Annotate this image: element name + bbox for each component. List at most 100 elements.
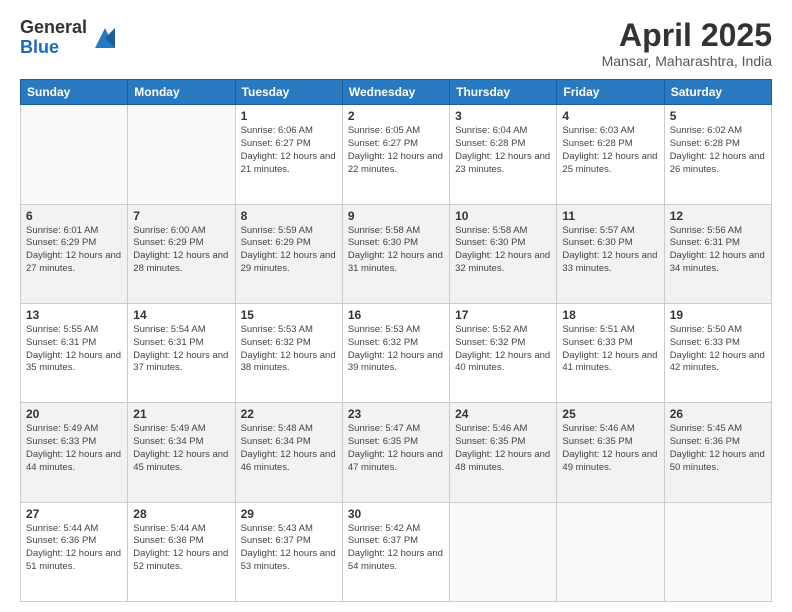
- calendar-cell: 20 Sunrise: 5:49 AMSunset: 6:33 PMDayligh…: [21, 403, 128, 502]
- day-info: Sunrise: 5:48 AMSunset: 6:34 PMDaylight:…: [241, 423, 337, 474]
- day-info: Sunrise: 6:02 AMSunset: 6:28 PMDaylight:…: [670, 125, 766, 176]
- day-info: Sunrise: 5:49 AMSunset: 6:33 PMDaylight:…: [26, 423, 122, 474]
- day-number: 29: [241, 507, 337, 521]
- weekday-header-wednesday: Wednesday: [342, 80, 449, 105]
- calendar-cell: [21, 105, 128, 204]
- calendar-cell: 5 Sunrise: 6:02 AMSunset: 6:28 PMDaylight…: [664, 105, 771, 204]
- calendar-cell: 22 Sunrise: 5:48 AMSunset: 6:34 PMDayligh…: [235, 403, 342, 502]
- day-info: Sunrise: 5:46 AMSunset: 6:35 PMDaylight:…: [455, 423, 551, 474]
- day-number: 24: [455, 407, 551, 421]
- page: General Blue April 2025 Mansar, Maharash…: [0, 0, 792, 612]
- day-number: 1: [241, 109, 337, 123]
- month-title: April 2025: [602, 18, 772, 53]
- day-number: 22: [241, 407, 337, 421]
- calendar-cell: 17 Sunrise: 5:52 AMSunset: 6:32 PMDayligh…: [450, 303, 557, 402]
- day-number: 27: [26, 507, 122, 521]
- day-number: 30: [348, 507, 444, 521]
- day-info: Sunrise: 5:44 AMSunset: 6:36 PMDaylight:…: [26, 523, 122, 574]
- calendar-cell: 4 Sunrise: 6:03 AMSunset: 6:28 PMDaylight…: [557, 105, 664, 204]
- calendar-cell: 15Sunrise: 5:53 AMSunset: 6:32 PMDayligh…: [235, 303, 342, 402]
- day-info: Sunrise: 5:58 AMSunset: 6:30 PMDaylight:…: [348, 225, 444, 276]
- weekday-header-tuesday: Tuesday: [235, 80, 342, 105]
- calendar-cell: 11 Sunrise: 5:57 AMSunset: 6:30 PMDayligh…: [557, 204, 664, 303]
- weekday-header-saturday: Saturday: [664, 80, 771, 105]
- day-info: Sunrise: 5:42 AMSunset: 6:37 PMDaylight:…: [348, 523, 444, 574]
- day-info: Sunrise: 6:01 AMSunset: 6:29 PMDaylight:…: [26, 225, 122, 276]
- day-number: 14: [133, 308, 229, 322]
- day-info: Sunrise: 5:57 AMSunset: 6:30 PMDaylight:…: [562, 225, 658, 276]
- calendar-cell: [128, 105, 235, 204]
- day-info: Sunrise: 5:59 AMSunset: 6:29 PMDaylight:…: [241, 225, 337, 276]
- logo-icon: [91, 24, 119, 52]
- logo-text: General Blue: [20, 18, 87, 58]
- weekday-header-friday: Friday: [557, 80, 664, 105]
- calendar-cell: 1 Sunrise: 6:06 AMSunset: 6:27 PMDaylight…: [235, 105, 342, 204]
- calendar-cell: 16Sunrise: 5:53 AMSunset: 6:32 PMDayligh…: [342, 303, 449, 402]
- calendar-cell: 25Sunrise: 5:46 AMSunset: 6:35 PMDayligh…: [557, 403, 664, 502]
- weekday-header-sunday: Sunday: [21, 80, 128, 105]
- day-info: Sunrise: 6:03 AMSunset: 6:28 PMDaylight:…: [562, 125, 658, 176]
- calendar-cell: [664, 502, 771, 601]
- day-number: 8: [241, 209, 337, 223]
- day-number: 16: [348, 308, 444, 322]
- day-number: 6: [26, 209, 122, 223]
- day-number: 10: [455, 209, 551, 223]
- calendar-cell: 30 Sunrise: 5:42 AMSunset: 6:37 PMDayligh…: [342, 502, 449, 601]
- day-number: 23: [348, 407, 444, 421]
- weekday-header-monday: Monday: [128, 80, 235, 105]
- calendar-cell: 9 Sunrise: 5:58 AMSunset: 6:30 PMDaylight…: [342, 204, 449, 303]
- day-number: 13: [26, 308, 122, 322]
- calendar-cell: [557, 502, 664, 601]
- day-number: 2: [348, 109, 444, 123]
- calendar-cell: 24 Sunrise: 5:46 AMSunset: 6:35 PMDayligh…: [450, 403, 557, 502]
- day-info: Sunrise: 5:47 AMSunset: 6:35 PMDaylight:…: [348, 423, 444, 474]
- calendar-cell: 27 Sunrise: 5:44 AMSunset: 6:36 PMDayligh…: [21, 502, 128, 601]
- calendar-cell: 2Sunrise: 6:05 AMSunset: 6:27 PMDaylight…: [342, 105, 449, 204]
- calendar-cell: 10 Sunrise: 5:58 AMSunset: 6:30 PMDayligh…: [450, 204, 557, 303]
- day-number: 9: [348, 209, 444, 223]
- weekday-header-thursday: Thursday: [450, 80, 557, 105]
- day-info: Sunrise: 5:53 AMSunset: 6:32 PMDaylight:…: [241, 324, 337, 375]
- day-number: 19: [670, 308, 766, 322]
- day-info: Sunrise: 6:04 AMSunset: 6:28 PMDaylight:…: [455, 125, 551, 176]
- week-row-4: 20 Sunrise: 5:49 AMSunset: 6:33 PMDayligh…: [21, 403, 772, 502]
- calendar-cell: 14 Sunrise: 5:54 AMSunset: 6:31 PMDayligh…: [128, 303, 235, 402]
- day-number: 7: [133, 209, 229, 223]
- week-row-3: 13Sunrise: 5:55 AMSunset: 6:31 PMDayligh…: [21, 303, 772, 402]
- day-info: Sunrise: 5:50 AMSunset: 6:33 PMDaylight:…: [670, 324, 766, 375]
- weekday-header-row: SundayMondayTuesdayWednesdayThursdayFrid…: [21, 80, 772, 105]
- day-info: Sunrise: 6:06 AMSunset: 6:27 PMDaylight:…: [241, 125, 337, 176]
- day-info: Sunrise: 5:45 AMSunset: 6:36 PMDaylight:…: [670, 423, 766, 474]
- day-number: 18: [562, 308, 658, 322]
- logo: General Blue: [20, 18, 119, 58]
- location-title: Mansar, Maharashtra, India: [602, 53, 772, 69]
- day-info: Sunrise: 5:54 AMSunset: 6:31 PMDaylight:…: [133, 324, 229, 375]
- logo-general: General: [20, 18, 87, 38]
- day-number: 4: [562, 109, 658, 123]
- day-number: 28: [133, 507, 229, 521]
- calendar-cell: 21 Sunrise: 5:49 AMSunset: 6:34 PMDayligh…: [128, 403, 235, 502]
- day-number: 26: [670, 407, 766, 421]
- day-info: Sunrise: 5:52 AMSunset: 6:32 PMDaylight:…: [455, 324, 551, 375]
- calendar-cell: 6 Sunrise: 6:01 AMSunset: 6:29 PMDaylight…: [21, 204, 128, 303]
- week-row-2: 6 Sunrise: 6:01 AMSunset: 6:29 PMDaylight…: [21, 204, 772, 303]
- day-number: 3: [455, 109, 551, 123]
- day-info: Sunrise: 5:46 AMSunset: 6:35 PMDaylight:…: [562, 423, 658, 474]
- day-number: 17: [455, 308, 551, 322]
- calendar-cell: 12Sunrise: 5:56 AMSunset: 6:31 PMDayligh…: [664, 204, 771, 303]
- day-info: Sunrise: 5:49 AMSunset: 6:34 PMDaylight:…: [133, 423, 229, 474]
- calendar-cell: 23 Sunrise: 5:47 AMSunset: 6:35 PMDayligh…: [342, 403, 449, 502]
- day-number: 12: [670, 209, 766, 223]
- logo-blue: Blue: [20, 38, 87, 58]
- calendar-cell: 29Sunrise: 5:43 AMSunset: 6:37 PMDayligh…: [235, 502, 342, 601]
- header: General Blue April 2025 Mansar, Maharash…: [20, 18, 772, 69]
- day-info: Sunrise: 5:58 AMSunset: 6:30 PMDaylight:…: [455, 225, 551, 276]
- day-info: Sunrise: 5:44 AMSunset: 6:36 PMDaylight:…: [133, 523, 229, 574]
- day-number: 21: [133, 407, 229, 421]
- day-number: 11: [562, 209, 658, 223]
- day-number: 20: [26, 407, 122, 421]
- day-number: 5: [670, 109, 766, 123]
- day-info: Sunrise: 5:51 AMSunset: 6:33 PMDaylight:…: [562, 324, 658, 375]
- day-info: Sunrise: 6:00 AMSunset: 6:29 PMDaylight:…: [133, 225, 229, 276]
- calendar-table: SundayMondayTuesdayWednesdayThursdayFrid…: [20, 79, 772, 602]
